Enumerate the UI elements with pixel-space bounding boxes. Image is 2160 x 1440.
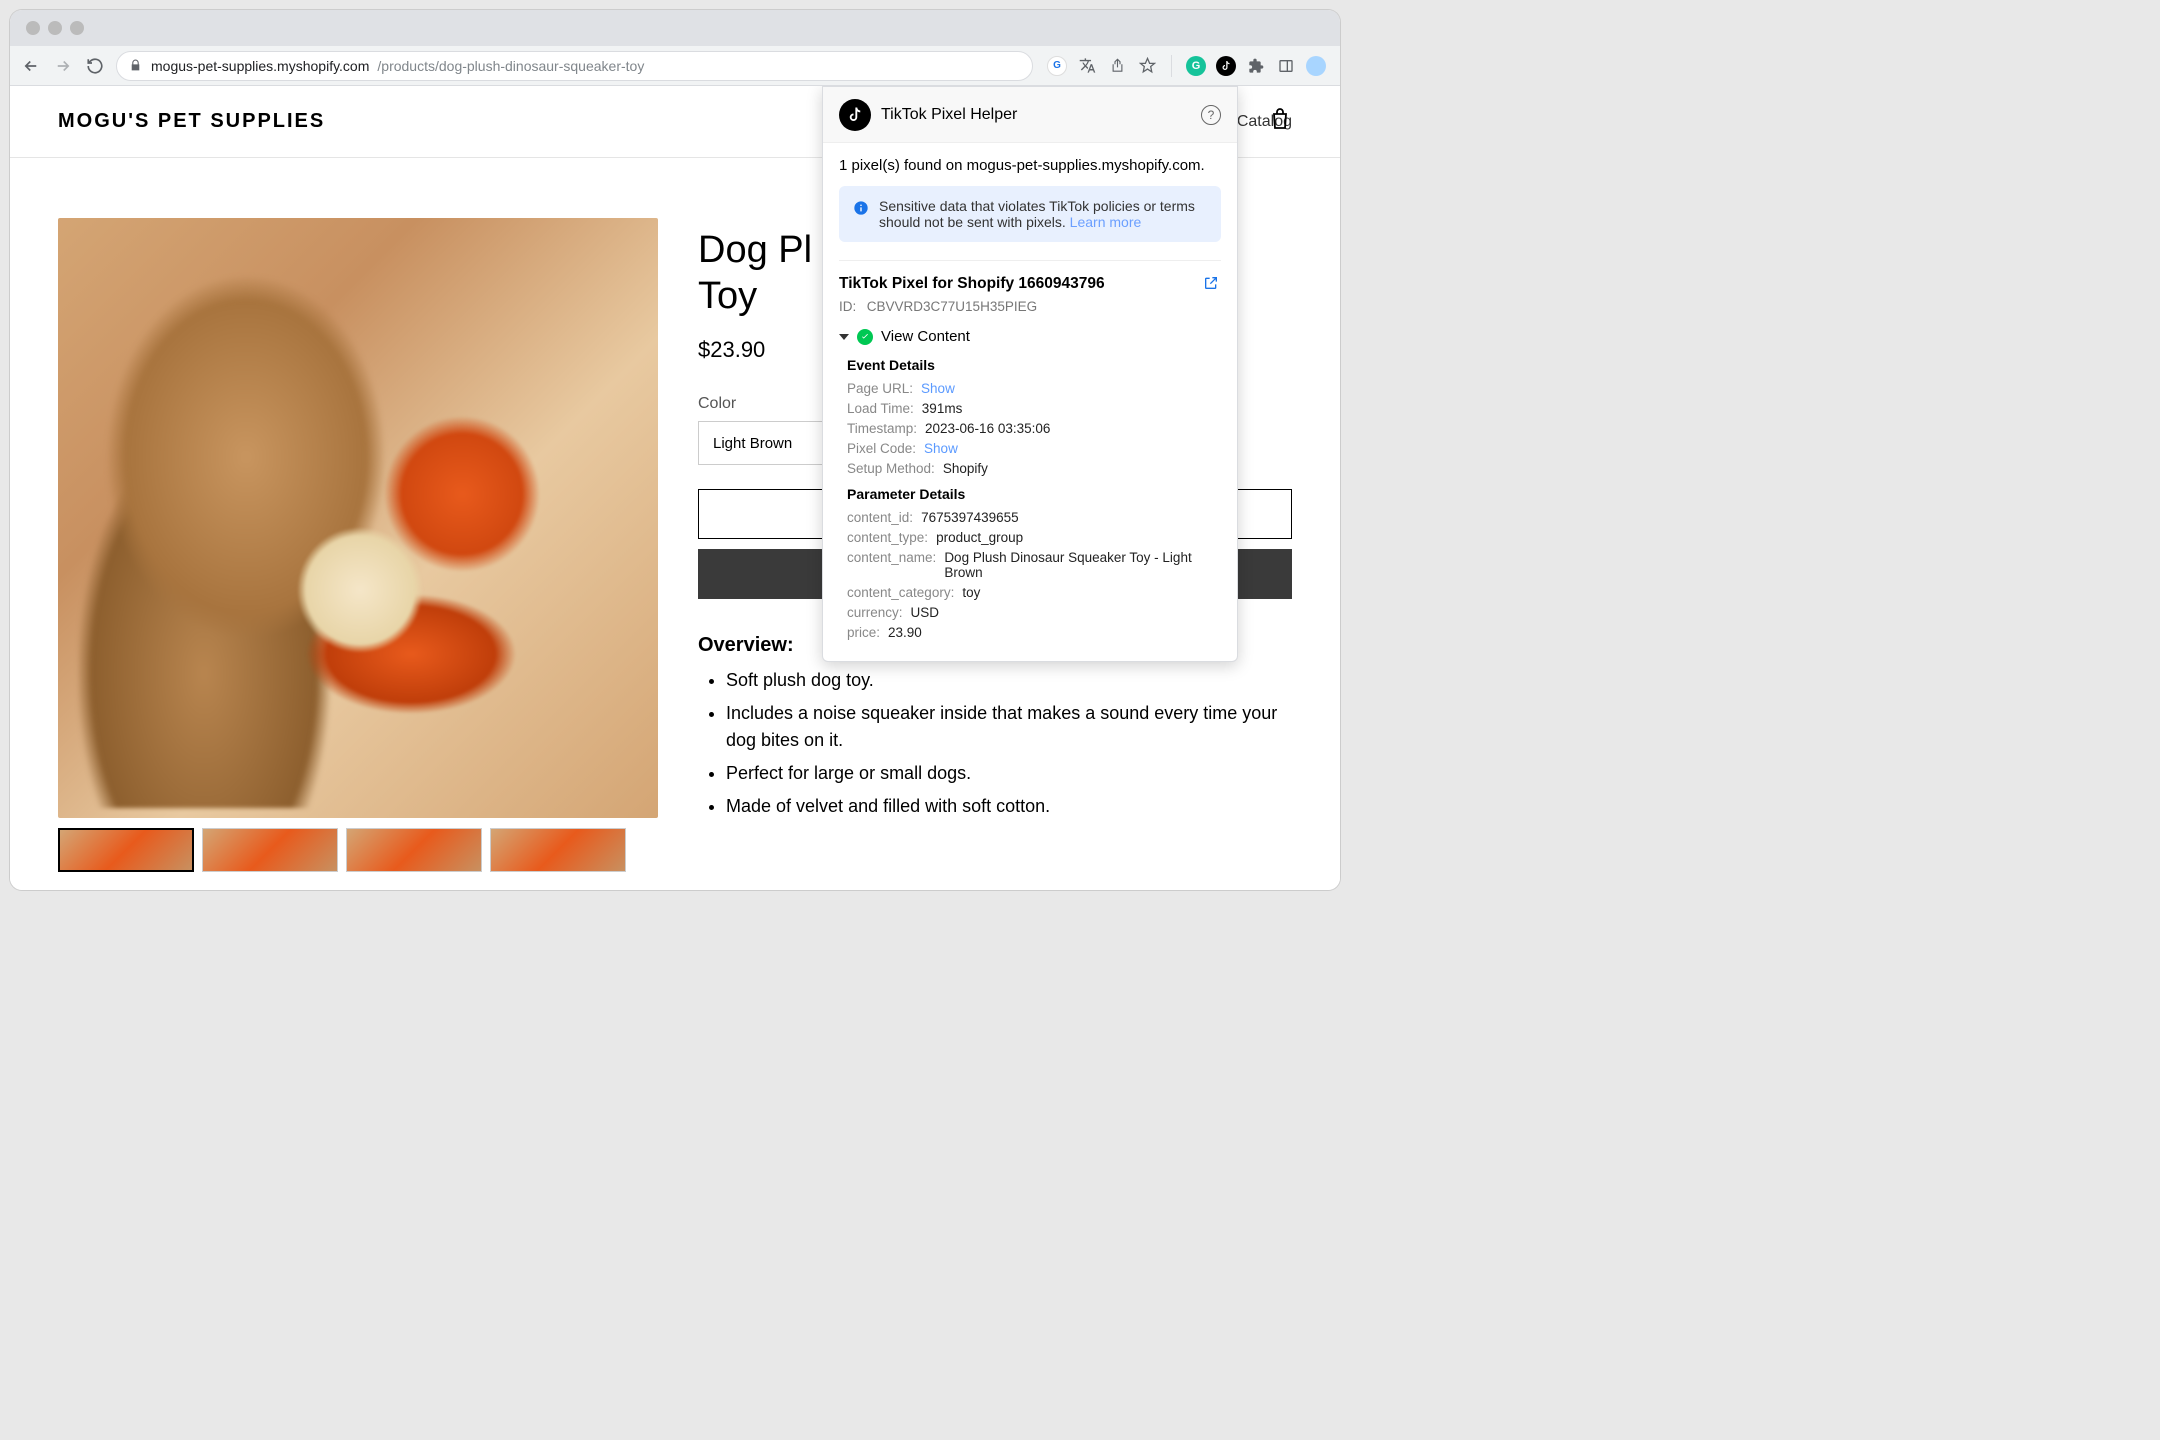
thumbnail-4[interactable] <box>490 828 626 872</box>
kv-currency: currency:USD <box>847 605 1221 620</box>
kv-page-url: Page URL:Show <box>847 381 1221 396</box>
grammarly-extension-icon[interactable]: G <box>1186 56 1206 76</box>
pixel-id-row: ID: CBVVRD3C77U15H35PIEG <box>839 299 1221 314</box>
product-gallery <box>58 218 658 872</box>
show-pixel-code-link[interactable]: Show <box>924 441 958 456</box>
thumbnail-2[interactable] <box>202 828 338 872</box>
kv-pixel-code: Pixel Code:Show <box>847 441 1221 456</box>
product-title-line2: Toy <box>698 275 757 317</box>
product-overview: Overview: Soft plush dog toy. Includes a… <box>698 634 1292 820</box>
kv-content-type: content_type:product_group <box>847 530 1221 545</box>
overview-list: Soft plush dog toy. Includes a noise squ… <box>698 667 1292 820</box>
kv-price: price:23.90 <box>847 625 1221 640</box>
address-bar[interactable]: mogus-pet-supplies.myshopify.com/product… <box>116 51 1033 81</box>
cart-icon[interactable] <box>1268 107 1292 136</box>
toolbar-divider <box>1171 55 1172 77</box>
window-titlebar <box>10 10 1340 46</box>
url-host: mogus-pet-supplies.myshopify.com <box>151 58 369 74</box>
tiktok-extension-icon[interactable] <box>1216 56 1236 76</box>
thumbnail-3[interactable] <box>346 828 482 872</box>
extensions-icon[interactable] <box>1246 56 1266 76</box>
external-link-icon[interactable] <box>1203 275 1221 293</box>
side-panel-icon[interactable] <box>1276 56 1296 76</box>
pixel-id-label: ID: <box>839 299 863 314</box>
event-name: View Content <box>881 328 970 345</box>
kv-content-category: content_category:toy <box>847 585 1221 600</box>
param-details-heading: Parameter Details <box>847 486 1221 502</box>
browser-toolbar: mogus-pet-supplies.myshopify.com/product… <box>10 46 1340 86</box>
pixel-title-row: TikTok Pixel for Shopify 1660943796 <box>839 275 1221 293</box>
sensitive-data-warning: Sensitive data that violates TikTok poli… <box>839 186 1221 242</box>
kv-content-name: content_name:Dog Plush Dinosaur Squeaker… <box>847 550 1221 580</box>
profile-avatar-icon[interactable] <box>1306 56 1326 76</box>
kv-content-id: content_id:7675397439655 <box>847 510 1221 525</box>
event-details-section: Event Details Page URL:Show Load Time:39… <box>839 357 1221 640</box>
forward-button[interactable] <box>52 55 74 77</box>
lock-icon <box>129 59 143 73</box>
pixels-found-text: 1 pixel(s) found on mogus-pet-supplies.m… <box>839 157 1221 174</box>
kv-timestamp: Timestamp:2023-06-16 03:35:06 <box>847 421 1221 436</box>
extension-header: TikTok Pixel Helper ? <box>823 87 1237 143</box>
tiktok-pixel-helper-popup: TikTok Pixel Helper ? 1 pixel(s) found o… <box>822 86 1238 662</box>
page-content: MOGU'S PET SUPPLIES Home Catalog <box>10 86 1340 890</box>
list-item: Soft plush dog toy. <box>726 667 1292 694</box>
info-icon <box>853 200 869 216</box>
pixel-section: TikTok Pixel for Shopify 1660943796 ID: … <box>839 260 1221 640</box>
product-title-line1: Dog Pl <box>698 229 812 271</box>
back-button[interactable] <box>20 55 42 77</box>
thumbnail-1[interactable] <box>58 828 194 872</box>
traffic-light-minimize[interactable] <box>48 21 62 35</box>
list-item: Made of velvet and filled with soft cott… <box>726 793 1292 820</box>
extension-title: TikTok Pixel Helper <box>881 106 1191 124</box>
caret-down-icon <box>839 334 849 340</box>
warning-text: Sensitive data that violates TikTok poli… <box>879 198 1207 230</box>
toy-illustration <box>258 398 598 718</box>
list-item: Includes a noise squeaker inside that ma… <box>726 700 1292 754</box>
check-circle-icon <box>857 329 873 345</box>
reload-button[interactable] <box>84 55 106 77</box>
product-main-image[interactable] <box>58 218 658 818</box>
event-toggle-row[interactable]: View Content <box>839 328 1221 345</box>
show-page-url-link[interactable]: Show <box>921 381 955 396</box>
event-details-heading: Event Details <box>847 357 1221 373</box>
product-thumbnails <box>58 828 658 872</box>
share-icon[interactable] <box>1107 56 1127 76</box>
translate-icon[interactable] <box>1077 56 1097 76</box>
toolbar-actions: G G <box>1043 55 1330 77</box>
url-path: /products/dog-plush-dinosaur-squeaker-to… <box>377 58 644 74</box>
list-item: Perfect for large or small dogs. <box>726 760 1292 787</box>
google-icon[interactable]: G <box>1047 56 1067 76</box>
pixel-id-value: CBVVRD3C77U15H35PIEG <box>867 299 1037 314</box>
pixel-name: TikTok Pixel for Shopify 1660943796 <box>839 275 1203 293</box>
bookmark-icon[interactable] <box>1137 56 1157 76</box>
browser-window: mogus-pet-supplies.myshopify.com/product… <box>10 10 1340 890</box>
extension-body: 1 pixel(s) found on mogus-pet-supplies.m… <box>823 143 1237 661</box>
learn-more-link[interactable]: Learn more <box>1070 214 1142 230</box>
traffic-light-close[interactable] <box>26 21 40 35</box>
help-icon[interactable]: ? <box>1201 105 1221 125</box>
warning-message: Sensitive data that violates TikTok poli… <box>879 198 1195 230</box>
traffic-light-zoom[interactable] <box>70 21 84 35</box>
tiktok-logo-icon <box>839 99 871 131</box>
kv-setup-method: Setup Method:Shopify <box>847 461 1221 476</box>
kv-load-time: Load Time:391ms <box>847 401 1221 416</box>
color-selected-value: Light Brown <box>713 435 792 452</box>
